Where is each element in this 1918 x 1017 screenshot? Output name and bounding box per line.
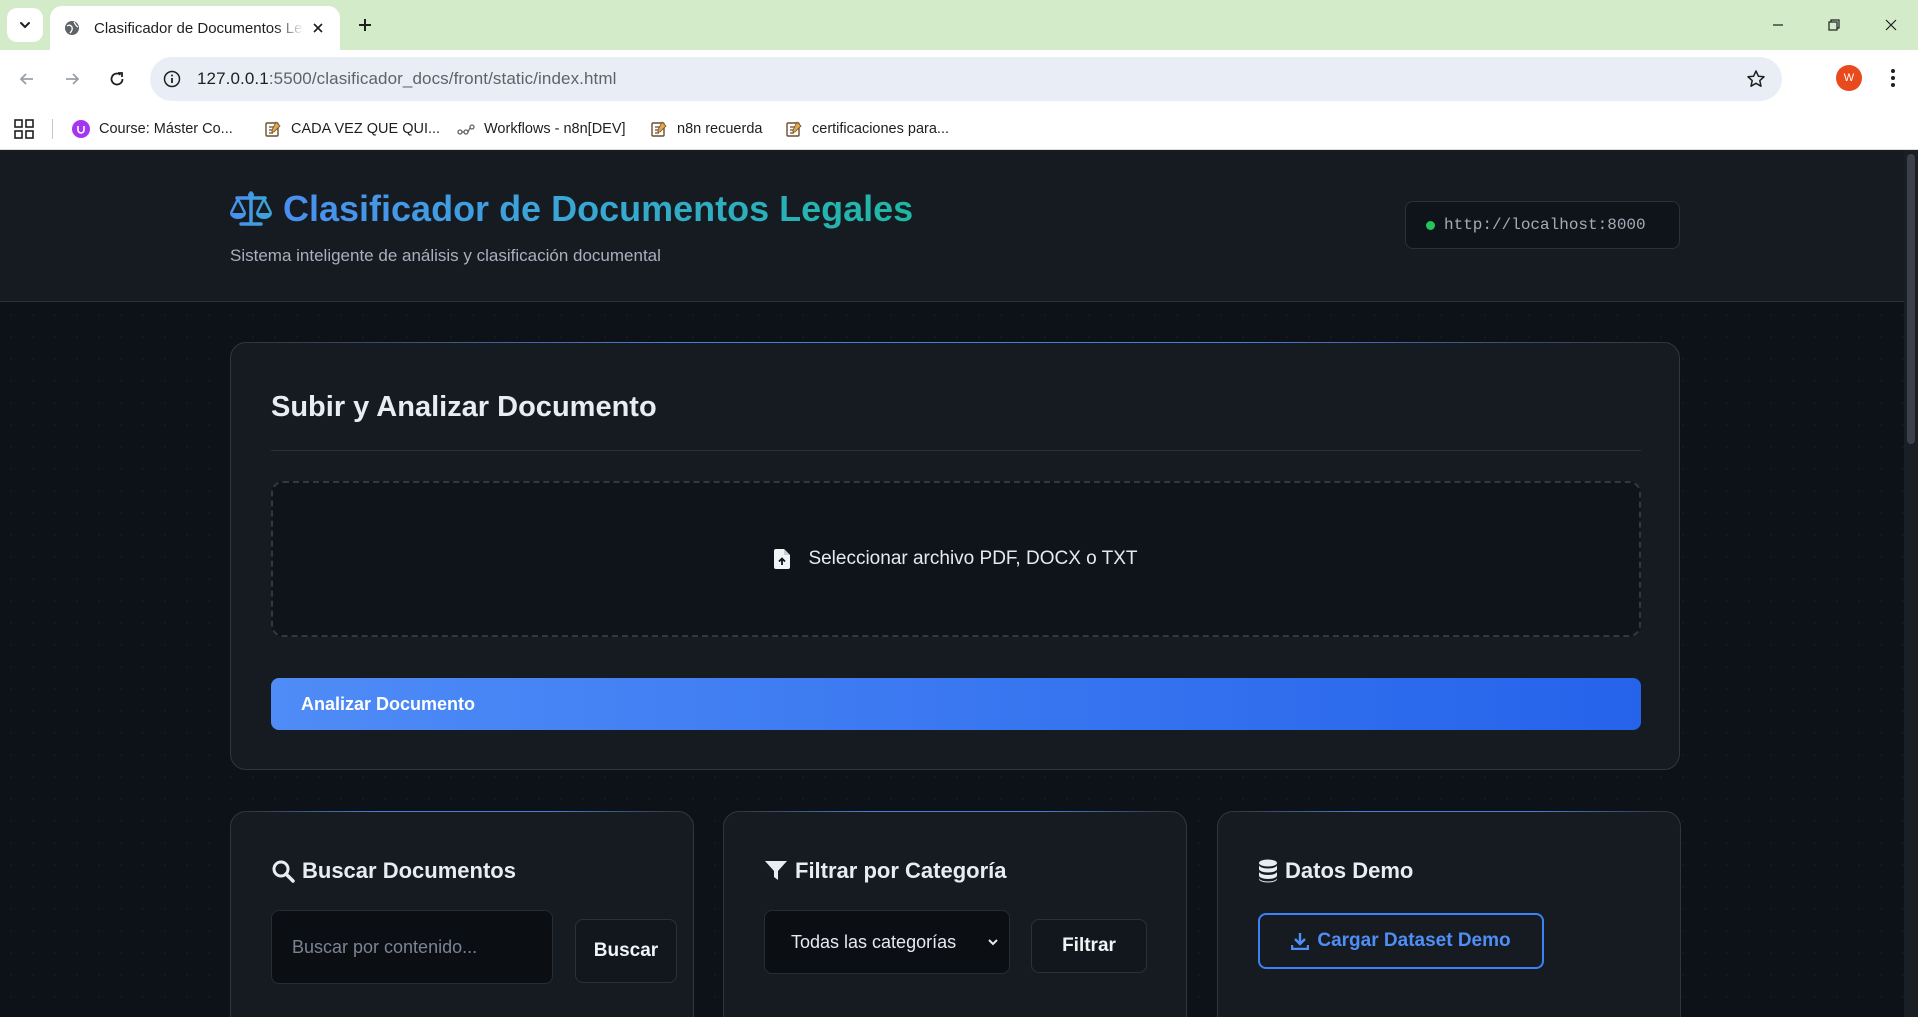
close-icon xyxy=(313,23,323,33)
search-card: Buscar Documentos Buscar xyxy=(230,811,694,1017)
filter-card-title: Filtrar por Categoría xyxy=(764,858,1006,884)
browser-tabstrip: Clasificador de Documentos Legales xyxy=(0,0,1918,50)
minimize-icon xyxy=(1773,24,1783,26)
load-demo-dataset-button[interactable]: Cargar Dataset Demo xyxy=(1258,913,1544,969)
page-scrollbar[interactable] xyxy=(1904,150,1918,1017)
api-status: http://localhost:8000 xyxy=(1405,201,1680,249)
url-host: 127.0.0.1 xyxy=(197,69,269,88)
close-icon xyxy=(1885,19,1897,31)
browser-menu-button[interactable] xyxy=(1880,64,1906,92)
chevron-down-icon xyxy=(20,22,30,29)
analyze-document-button[interactable]: Analizar Documento xyxy=(271,678,1641,730)
browser-toolbar: 127.0.0.1:5500/clasificador_docs/front/s… xyxy=(0,50,1918,108)
chevron-down-icon xyxy=(988,939,998,946)
note-icon xyxy=(785,120,803,138)
search-icon xyxy=(272,860,295,883)
back-button[interactable] xyxy=(10,62,44,96)
url-text: 127.0.0.1:5500/clasificador_docs/front/s… xyxy=(197,69,617,89)
bookmark-star-button[interactable] xyxy=(1744,67,1768,91)
search-card-title: Buscar Documentos xyxy=(271,858,516,884)
browser-tab-active[interactable]: Clasificador de Documentos Legales xyxy=(50,6,340,50)
filter-title-text: Filtrar por Categoría xyxy=(795,858,1007,883)
load-demo-label: Cargar Dataset Demo xyxy=(1317,930,1511,951)
demo-card: Datos Demo Cargar Dataset Demo xyxy=(1217,811,1681,1017)
reload-button[interactable] xyxy=(100,62,134,96)
api-url: http://localhost:8000 xyxy=(1444,216,1646,234)
scale-balance-icon xyxy=(229,191,273,226)
minimize-button[interactable] xyxy=(1763,10,1793,40)
globe-icon xyxy=(65,21,79,35)
arrow-right-icon xyxy=(66,73,80,85)
dropzone-label: Seleccionar archivo PDF, DOCX o TXT xyxy=(808,548,1138,569)
bookmark-item[interactable]: Workflows - n8n[DEV] xyxy=(457,116,626,142)
note-icon xyxy=(264,120,282,138)
bookmark-label: CADA VEZ QUE QUI... xyxy=(291,121,441,137)
page-viewport: Clasificador de Documentos Legales Siste… xyxy=(0,150,1918,1017)
divider xyxy=(271,450,1641,451)
category-select[interactable]: Todas las categorías xyxy=(764,910,1010,974)
profile-avatar[interactable]: W xyxy=(1836,65,1862,91)
filter-button[interactable]: Filtrar xyxy=(1031,919,1147,973)
forward-button[interactable] xyxy=(55,62,89,96)
apps-grid-icon[interactable] xyxy=(14,119,34,139)
bookmark-label: n8n recuerda xyxy=(677,121,763,137)
search-input[interactable] xyxy=(271,910,553,984)
url-path: :5500/clasificador_docs/front/static/ind… xyxy=(268,69,617,88)
status-dot xyxy=(1426,220,1435,230)
file-dropzone[interactable]: Seleccionar archivo PDF, DOCX o TXT xyxy=(271,481,1641,637)
bookmark-item[interactable]: Course: Máster Co... xyxy=(72,116,233,142)
new-tab-button[interactable] xyxy=(352,12,378,38)
bookmarks-bar: Course: Máster Co... CADA VEZ QUE QUI...… xyxy=(0,108,1918,150)
more-vertical-icon xyxy=(1891,69,1895,87)
reload-icon xyxy=(110,72,124,86)
category-select-value: Todas las categorías xyxy=(791,931,957,952)
app-subtitle: Sistema inteligente de análisis y clasif… xyxy=(230,246,661,265)
page-title: Clasificador de Documentos Legales xyxy=(229,188,913,230)
close-window-button[interactable] xyxy=(1876,10,1906,40)
file-upload-icon xyxy=(774,549,791,569)
star-icon xyxy=(1747,70,1765,87)
plus-icon xyxy=(359,19,371,31)
n8n-icon xyxy=(457,120,475,138)
search-title-text: Buscar Documentos xyxy=(302,858,516,883)
bookmark-item[interactable]: certificaciones para... xyxy=(785,116,949,142)
bookmark-label: certificaciones para... xyxy=(812,121,950,137)
bookmarks-separator xyxy=(52,119,53,139)
filter-card: Filtrar por Categoría Todas las categorí… xyxy=(723,811,1187,1017)
restore-button[interactable] xyxy=(1819,10,1849,40)
search-button[interactable]: Buscar xyxy=(575,919,677,983)
bookmark-item[interactable]: CADA VEZ QUE QUI... xyxy=(264,116,440,142)
scrollbar-thumb[interactable] xyxy=(1907,154,1915,444)
tab-title: Clasificador de Documentos Legales xyxy=(94,19,304,37)
upload-card-title: Subir y Analizar Documento xyxy=(271,391,657,423)
download-icon xyxy=(1291,933,1310,950)
database-icon xyxy=(1259,859,1277,883)
bookmark-label: Workflows - n8n[DEV] xyxy=(484,121,626,137)
demo-card-title: Datos Demo xyxy=(1258,858,1413,884)
note-icon xyxy=(650,120,668,138)
upload-card: Subir y Analizar Documento Seleccionar a… xyxy=(230,342,1680,770)
info-icon xyxy=(163,70,181,88)
tab-search-button[interactable] xyxy=(7,8,43,42)
bookmark-item[interactable]: n8n recuerda xyxy=(650,116,762,142)
restore-icon xyxy=(1828,19,1840,31)
app-title-text: Clasificador de Documentos Legales xyxy=(283,188,914,229)
bookmark-label: Course: Máster Co... xyxy=(99,121,233,137)
udemy-icon xyxy=(72,120,90,138)
demo-title-text: Datos Demo xyxy=(1285,858,1414,883)
site-info-button[interactable] xyxy=(153,60,191,98)
filter-icon xyxy=(765,861,787,880)
tab-close-button[interactable] xyxy=(308,18,328,38)
address-bar[interactable]: 127.0.0.1:5500/clasificador_docs/front/s… xyxy=(150,57,1782,101)
arrow-left-icon xyxy=(19,73,33,85)
app-header: Clasificador de Documentos Legales Siste… xyxy=(0,150,1904,302)
